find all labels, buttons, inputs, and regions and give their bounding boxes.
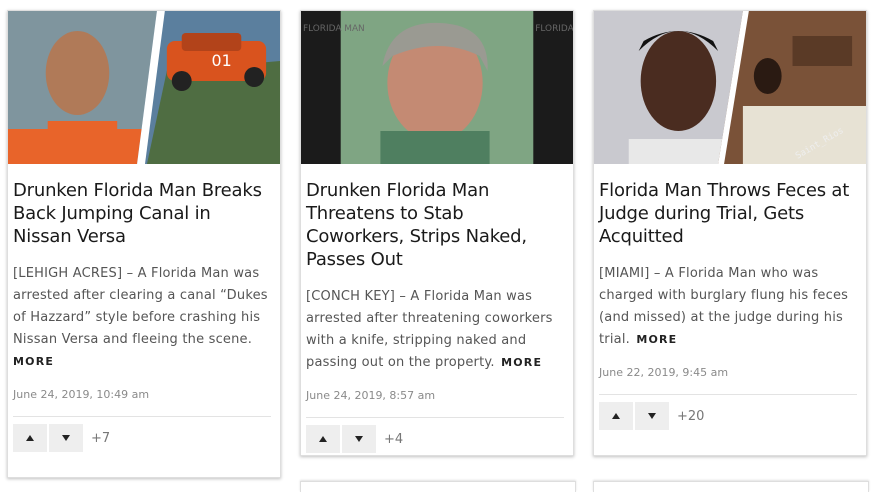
arrow-up-icon xyxy=(612,413,620,419)
downvote-button[interactable] xyxy=(49,424,83,452)
vote-bar: +20 xyxy=(599,402,857,430)
article-excerpt: [CONCH KEY] – A Florida Man was arrested… xyxy=(306,286,564,374)
arrow-down-icon xyxy=(62,435,70,441)
arrow-up-icon xyxy=(319,436,327,442)
vote-bar: +4 xyxy=(306,425,564,453)
vote-score: +20 xyxy=(677,408,705,424)
upvote-button[interactable] xyxy=(599,402,633,430)
card-divider xyxy=(13,416,271,417)
vote-score: +4 xyxy=(384,431,404,447)
arrow-down-icon xyxy=(648,413,656,419)
watermark-right: FLORIDA MAN xyxy=(535,24,573,34)
car-number-label: 01 xyxy=(212,51,232,70)
card-divider xyxy=(306,417,564,418)
article-thumbnail[interactable]: 01 xyxy=(8,11,280,164)
article-title[interactable]: Drunken Florida Man Breaks Back Jumping … xyxy=(13,179,271,248)
arrow-up-icon xyxy=(26,435,34,441)
article-excerpt: [MIAMI] – A Florida Man who was charged … xyxy=(599,263,857,351)
arrow-down-icon xyxy=(355,436,363,442)
upvote-button[interactable] xyxy=(306,425,340,453)
watermark-left: FLORIDA MAN xyxy=(303,24,365,34)
mugshot-and-courtroom-image: Saint_Rios xyxy=(594,11,866,164)
article-card[interactable]: FLORIDA MAN FLORIDA MAN Drunken Florida … xyxy=(300,10,574,456)
article-thumbnail[interactable]: Saint_Rios xyxy=(594,11,866,164)
next-article-card[interactable] xyxy=(300,481,576,492)
article-excerpt-text: [LEHIGH ACRES] – A Florida Man was arres… xyxy=(13,266,268,347)
article-date: June 22, 2019, 9:45 am xyxy=(599,366,729,379)
card-divider xyxy=(599,394,857,395)
read-more-link[interactable]: MORE xyxy=(636,333,677,346)
article-title[interactable]: Drunken Florida Man Threatens to Stab Co… xyxy=(306,179,564,271)
mugshot-and-car-image: 01 xyxy=(8,11,280,164)
article-thumbnail[interactable]: FLORIDA MAN FLORIDA MAN xyxy=(301,11,573,164)
vote-bar: +7 xyxy=(13,424,271,452)
article-date: June 24, 2019, 8:57 am xyxy=(306,389,436,402)
article-card[interactable]: Saint_Rios Florida Man Throws Feces at J… xyxy=(593,10,867,456)
article-excerpt: [LEHIGH ACRES] – A Florida Man was arres… xyxy=(13,263,271,373)
article-card[interactable]: 01 Drunken Florida Man Breaks Back Jumpi… xyxy=(7,10,281,478)
downvote-button[interactable] xyxy=(342,425,376,453)
downvote-button[interactable] xyxy=(635,402,669,430)
article-title[interactable]: Florida Man Throws Feces at Judge during… xyxy=(599,179,857,248)
vote-score: +7 xyxy=(91,430,111,446)
read-more-link[interactable]: MORE xyxy=(501,356,542,369)
next-article-card[interactable] xyxy=(593,481,869,492)
upvote-button[interactable] xyxy=(13,424,47,452)
article-date: June 24, 2019, 10:49 am xyxy=(13,388,150,401)
mugshot-image: FLORIDA MAN FLORIDA MAN xyxy=(301,11,573,164)
read-more-link[interactable]: MORE xyxy=(13,351,271,373)
